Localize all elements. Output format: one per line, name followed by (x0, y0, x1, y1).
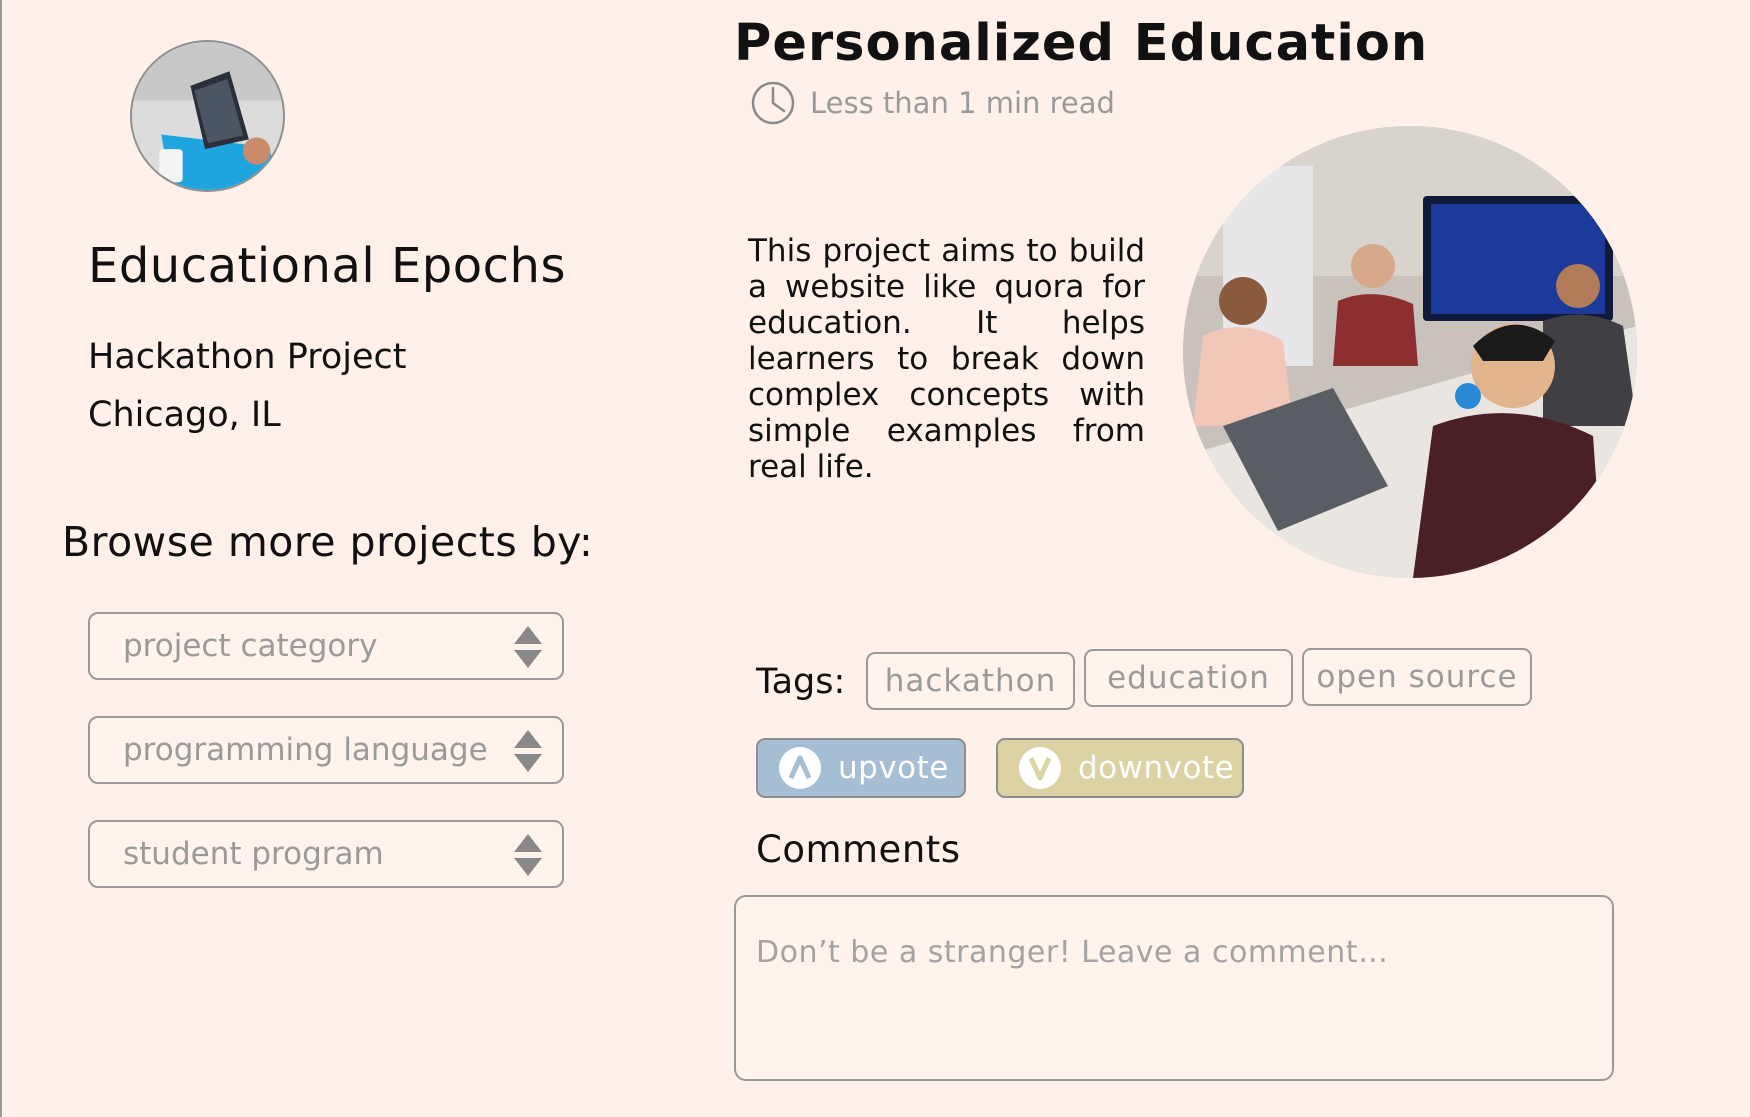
programming-language-select[interactable]: programming language (88, 716, 564, 784)
read-time-label: Less than 1 min read (810, 86, 1115, 120)
project-location: Chicago, IL (88, 395, 281, 435)
select-placeholder: student program (123, 836, 384, 872)
comment-input[interactable] (734, 895, 1614, 1081)
team-photo (1183, 126, 1637, 578)
post-description: This project aims to build a website lik… (748, 233, 1145, 485)
tags-label: Tags: (756, 662, 846, 702)
browse-heading: Browse more projects by: (62, 518, 594, 566)
select-placeholder: project category (123, 628, 378, 664)
team-photo-icon (1183, 126, 1637, 578)
downvote-label: downvote (1078, 750, 1235, 786)
up-down-arrows-icon (512, 832, 544, 878)
tag-open-source[interactable]: open source (1302, 648, 1532, 706)
student-program-select[interactable]: student program (88, 820, 564, 888)
left-border (0, 0, 2, 1117)
project-subtitle: Hackathon Project (88, 337, 407, 377)
upvote-label: upvote (838, 750, 949, 786)
post-title: Personalized Education (734, 14, 1429, 73)
profile-avatar (130, 40, 285, 192)
up-down-arrows-icon (512, 728, 544, 774)
up-down-arrows-icon (512, 624, 544, 670)
select-placeholder: programming language (123, 732, 488, 768)
project-page: Educational Epochs Hackathon Project Chi… (0, 0, 1750, 1117)
downvote-icon (1019, 747, 1061, 789)
tag-hackathon[interactable]: hackathon (866, 652, 1075, 710)
comments-heading: Comments (756, 828, 961, 871)
project-category-select[interactable]: project category (88, 612, 564, 680)
upvote-button[interactable]: upvote (756, 738, 966, 798)
tag-education[interactable]: education (1084, 649, 1293, 707)
upvote-icon (779, 747, 821, 789)
downvote-button[interactable]: downvote (996, 738, 1244, 798)
read-time: Less than 1 min read (750, 80, 1115, 126)
laptop-photo-icon (132, 42, 283, 190)
project-name: Educational Epochs (88, 238, 566, 294)
clock-icon (751, 81, 795, 125)
